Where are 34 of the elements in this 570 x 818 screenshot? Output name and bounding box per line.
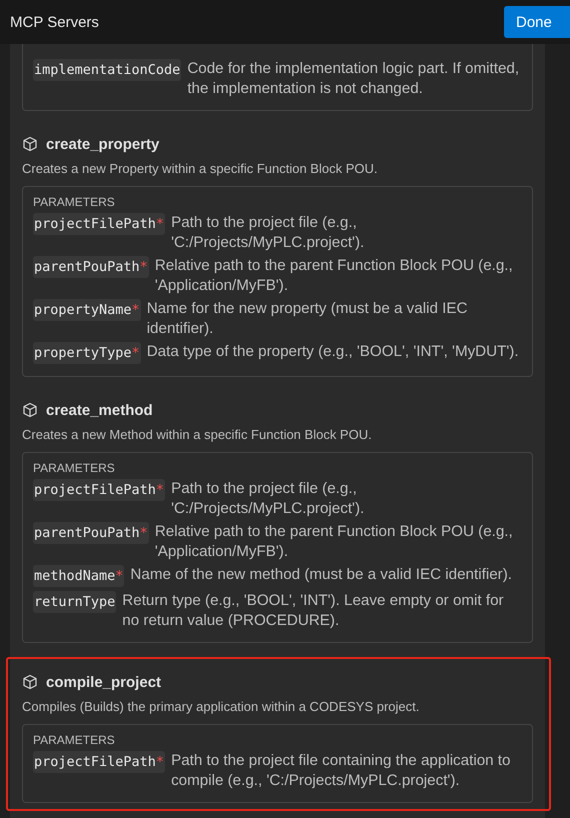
window-title: MCP Servers	[9, 14, 99, 30]
parameter-description: Code for the implementation logic part. If omitted, the implementation is not changed.	[187, 59, 520, 98]
parameter-name: propertyName*	[33, 299, 141, 321]
tool-description: Compiles (Builds) the primary application within a CODESYS project.	[22, 699, 420, 714]
parameters-heading: PARAMETERS	[33, 195, 116, 209]
cube-icon	[22, 402, 38, 418]
parameter-description: Name of the new method (must be a valid IEC identifier).	[130, 565, 512, 584]
done-button[interactable]: Done	[504, 6, 570, 38]
parameter-description: Name for the new property (must be a valid IEC identifier).	[146, 299, 468, 338]
parameter-description: Relative path to the parent Function Block POU (e.g., 'Application/MyFB').	[154, 522, 514, 561]
parameter-description: Data type of the property (e.g., 'BOOL', 'INT', 'MyDUT').	[146, 342, 519, 362]
parameter-name: methodName*	[33, 565, 124, 587]
parameter-name: projectFilePath*	[33, 213, 166, 235]
parameter-description: Return type (e.g., 'BOOL', 'INT'). Leave empty or omit for no return value (PROCEDURE).	[122, 591, 505, 630]
parameters-heading: PARAMETERS	[33, 461, 116, 475]
parameter-description: Path to the project file (e.g., 'C:/Projects/MyPLC.project').	[171, 479, 366, 518]
parameter-description: Path to the project file (e.g., 'C:/Projects/MyPLC.project').	[171, 213, 366, 252]
parameter-name: projectFilePath*	[33, 751, 166, 773]
tool-name: create_method	[46, 402, 153, 418]
tool-name: compile_project	[46, 674, 162, 690]
parameter-name: parentPouPath*	[33, 256, 149, 278]
parameter-description: Relative path to the parent Function Block POU (e.g., 'Application/MyFB').	[154, 256, 514, 295]
parameters-heading: PARAMETERS	[33, 733, 116, 747]
parameter-name: returnType	[33, 591, 116, 613]
parameter-name: parentPouPath*	[33, 522, 149, 544]
tool-description: Creates a new Method within a specific Function Block POU.	[22, 427, 373, 442]
parameter-name: propertyType*	[33, 342, 141, 364]
parameter-name: projectFilePath*	[33, 479, 166, 501]
parameter-description: Path to the project file containing the application to compile (e.g., 'C:/Projects/MyPLC.project').	[171, 751, 512, 790]
parameter-name: implementationCode	[33, 59, 182, 81]
cube-icon	[22, 136, 38, 152]
cube-icon	[22, 674, 38, 690]
tool-description: Creates a new Property within a specific Function Block POU.	[22, 161, 378, 176]
tool-name: create_property	[46, 136, 160, 152]
